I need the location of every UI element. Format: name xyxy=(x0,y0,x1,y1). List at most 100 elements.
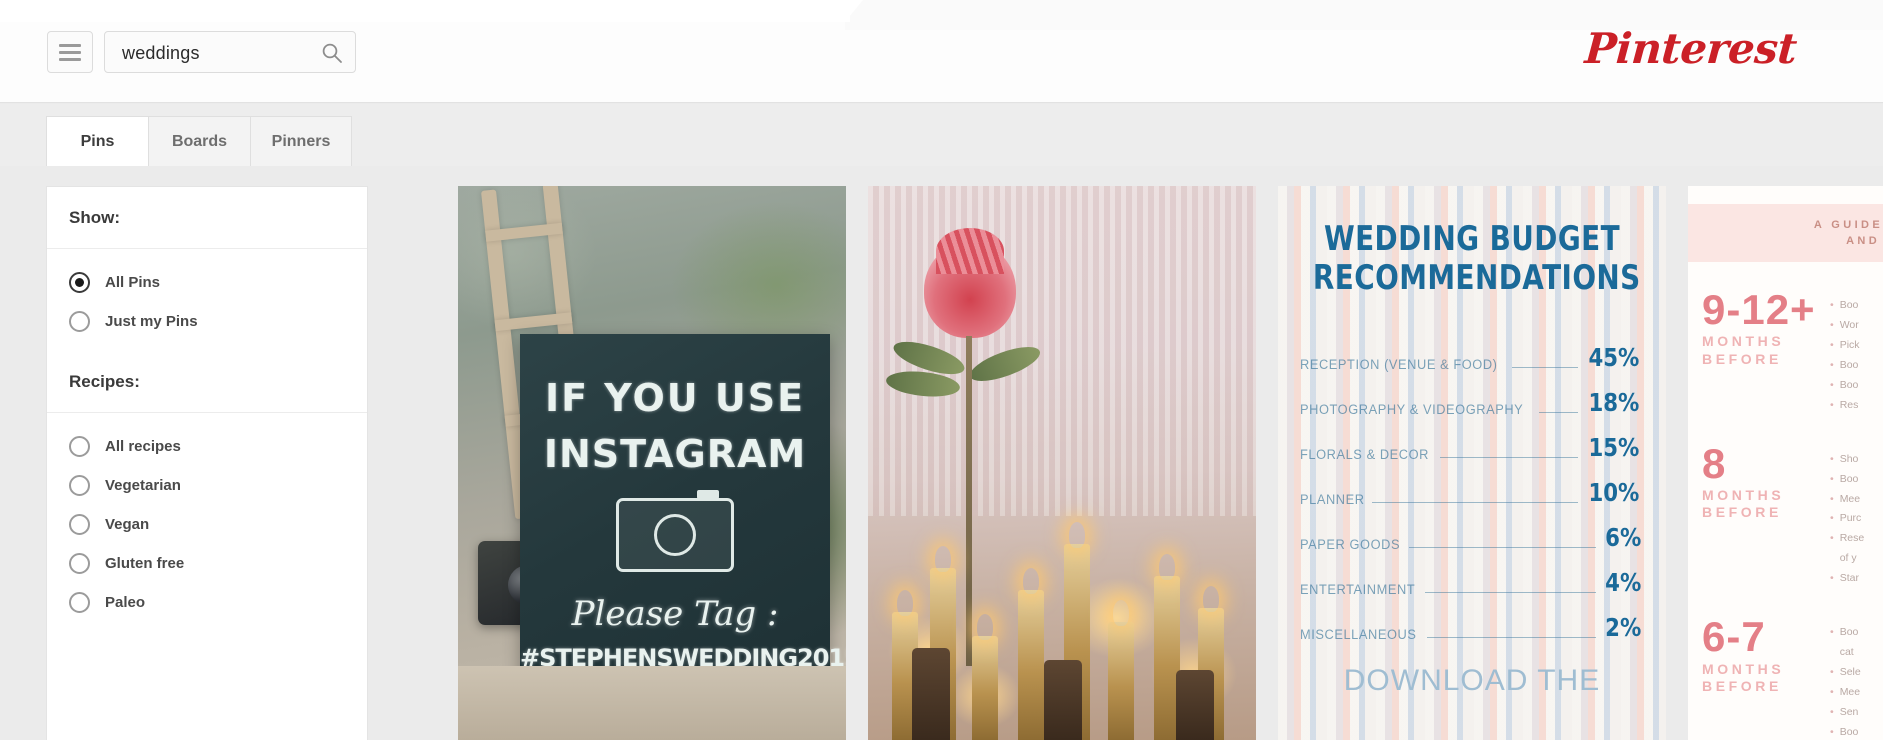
timeline-sub-line-1: MONTHS xyxy=(1702,333,1785,350)
screenshot-crop-edge xyxy=(0,0,863,22)
budget-title: WEDDING BUDGET RECOMMENDATIONS xyxy=(1313,219,1640,299)
candle-group xyxy=(868,480,1256,740)
leader-line xyxy=(1425,591,1596,593)
radio-icon[interactable] xyxy=(69,553,90,574)
filter-sidebar: Show: All Pins Just my Pins Recipes: All… xyxy=(46,186,368,740)
bullet-icon: • xyxy=(1830,318,1834,331)
pin-card-reception-candles[interactable] xyxy=(868,186,1256,740)
timeline-item: •cat xyxy=(1830,643,1861,663)
budget-row: PLANNER 10% xyxy=(1300,462,1644,507)
timeline-item-text: Boo xyxy=(1839,472,1859,485)
timeline-item-text: Pick xyxy=(1839,338,1860,351)
pinterest-logo[interactable]: Pinterest xyxy=(1583,24,1798,73)
search-icon[interactable] xyxy=(321,42,343,64)
timeline-sub: MONTHS BEFORE xyxy=(1702,487,1830,522)
tab-pins[interactable]: Pins xyxy=(46,116,148,166)
pin-card-wedding-budget[interactable]: WEDDING BUDGET RECOMMENDATIONS RECEPTION… xyxy=(1278,186,1666,740)
pin-card-planning-timeline[interactable]: A GUIDE TO PLA AND STA 9-12+ MONTHS BEFO… xyxy=(1688,186,1883,740)
search-input[interactable]: weddings xyxy=(104,31,356,73)
radio-icon[interactable] xyxy=(69,514,90,535)
timeline-item: • Boo xyxy=(1830,723,1861,740)
timeline-item: • Res xyxy=(1830,396,1860,416)
timeline-item-text: Wor xyxy=(1839,318,1859,331)
budget-row: PAPER GOODS 6% xyxy=(1300,507,1644,552)
budget-category: ENTERTAINMENT xyxy=(1300,581,1416,597)
bottle xyxy=(912,648,950,740)
tab-pinners-label: Pinners xyxy=(271,132,331,150)
search-tabbar: Pins Boards Pinners xyxy=(0,104,1883,166)
budget-row: RECEPTION (VENUE & FOOD) 45% xyxy=(1300,327,1644,372)
timeline-sub-line-2: BEFORE xyxy=(1702,350,1782,367)
chalkboard-line-2: INSTAGRAM xyxy=(543,432,807,476)
radio-icon[interactable] xyxy=(69,311,90,332)
timeline-item: • Sen xyxy=(1830,703,1861,723)
budget-row: PHOTOGRAPHY & VIDEOGRAPHY 18% xyxy=(1300,372,1644,417)
timeline-item: • Star xyxy=(1830,569,1864,589)
radio-label: Gluten free xyxy=(105,555,185,572)
budget-row: MISCELLANEOUS 2% xyxy=(1300,597,1644,642)
timeline-banner: A GUIDE TO PLA AND STA xyxy=(1688,204,1883,262)
timeline-item: • Pick xyxy=(1830,336,1860,356)
radio-option-all-recipes[interactable]: All recipes xyxy=(69,427,367,466)
timeline-sub: MONTHS BEFORE xyxy=(1702,661,1830,696)
bullet-icon: • xyxy=(1830,378,1834,391)
bullet-icon: • xyxy=(1830,492,1834,505)
tab-pinners[interactable]: Pinners xyxy=(250,116,352,166)
timeline-item: • Mee xyxy=(1830,490,1864,510)
budget-title-line-1: WEDDING BUDGET xyxy=(1323,219,1621,259)
radio-option-paleo[interactable]: Paleo xyxy=(69,583,367,622)
protea-flower xyxy=(924,228,1016,338)
show-filter-options: All Pins Just my Pins xyxy=(47,249,367,351)
radio-option-gluten-free[interactable]: Gluten free xyxy=(69,544,367,583)
timeline-sub-line-2: BEFORE xyxy=(1702,678,1782,694)
radio-icon[interactable] xyxy=(69,592,90,613)
radio-option-vegetarian[interactable]: Vegetarian xyxy=(69,466,367,505)
tab-pins-label: Pins xyxy=(80,132,115,150)
timeline-item-text: Star xyxy=(1839,572,1859,585)
timeline-number: 6-7 xyxy=(1702,613,1766,661)
camera-icon xyxy=(616,490,734,572)
tab-boards-label: Boards xyxy=(171,132,228,150)
timeline-item: • Purc xyxy=(1830,509,1864,529)
timeline-when: 9-12+ MONTHS BEFORE xyxy=(1702,286,1830,416)
search-input-value: weddings xyxy=(122,43,200,63)
budget-category: RECEPTION (VENUE & FOOD) xyxy=(1300,356,1498,372)
tab-boards[interactable]: Boards xyxy=(148,116,250,166)
timeline-item-text: Res xyxy=(1839,398,1859,411)
timeline-block: 8 MONTHS BEFORE • Sho • Boo • Mee • Purc • Re… xyxy=(1688,416,1883,590)
budget-rows: RECEPTION (VENUE & FOOD) 45% PHOTOGRAPHY… xyxy=(1300,327,1644,642)
radio-label: Vegetarian xyxy=(105,477,181,494)
bullet-icon: • xyxy=(1830,472,1834,485)
pin-grid: IF YOU USE INSTAGRAM Please Tag : #STEPH… xyxy=(458,186,1883,740)
radio-option-just-my-pins[interactable]: Just my Pins xyxy=(69,302,367,341)
timeline-item-text: Sho xyxy=(1839,452,1859,465)
timeline-item-text: Mee xyxy=(1839,686,1861,698)
timeline-item: • Boo xyxy=(1830,623,1861,643)
radio-icon[interactable] xyxy=(69,475,90,496)
timeline-item-text: of y xyxy=(1839,552,1857,565)
timeline-item: • Boo xyxy=(1830,296,1860,316)
bullet-icon: • xyxy=(1830,299,1834,311)
timeline-item: • Wor xyxy=(1830,316,1860,336)
radio-label: All recipes xyxy=(105,438,181,455)
timeline-item-text: Sen xyxy=(1839,705,1859,718)
radio-icon[interactable] xyxy=(69,436,90,457)
hamburger-menu-icon[interactable] xyxy=(47,31,93,73)
bullet-icon: • xyxy=(1830,398,1834,411)
pin-card-chalkboard[interactable]: IF YOU USE INSTAGRAM Please Tag : #STEPH… xyxy=(458,186,846,740)
radio-icon[interactable] xyxy=(69,272,90,293)
radio-option-vegan[interactable]: Vegan xyxy=(69,505,367,544)
leader-line xyxy=(1409,546,1596,548)
timeline-number: 9-12+ xyxy=(1702,286,1816,333)
timeline-item: • Boo xyxy=(1830,470,1864,490)
timeline-sub: MONTHS BEFORE xyxy=(1702,333,1830,368)
timeline-item-text: Rese xyxy=(1839,532,1865,545)
timeline-item-text: cat xyxy=(1839,646,1854,659)
bullet-icon: • xyxy=(1830,705,1834,718)
timeline-item: • Rese xyxy=(1830,529,1864,549)
budget-value: 6% xyxy=(1604,522,1641,552)
timeline-block: 9-12+ MONTHS BEFORE • Boo • Wor • Pick • Boo… xyxy=(1688,262,1883,416)
radio-option-all-pins[interactable]: All Pins xyxy=(69,263,367,302)
timeline-item-text: Sele xyxy=(1839,666,1861,679)
bullet-icon: • xyxy=(1830,452,1834,465)
